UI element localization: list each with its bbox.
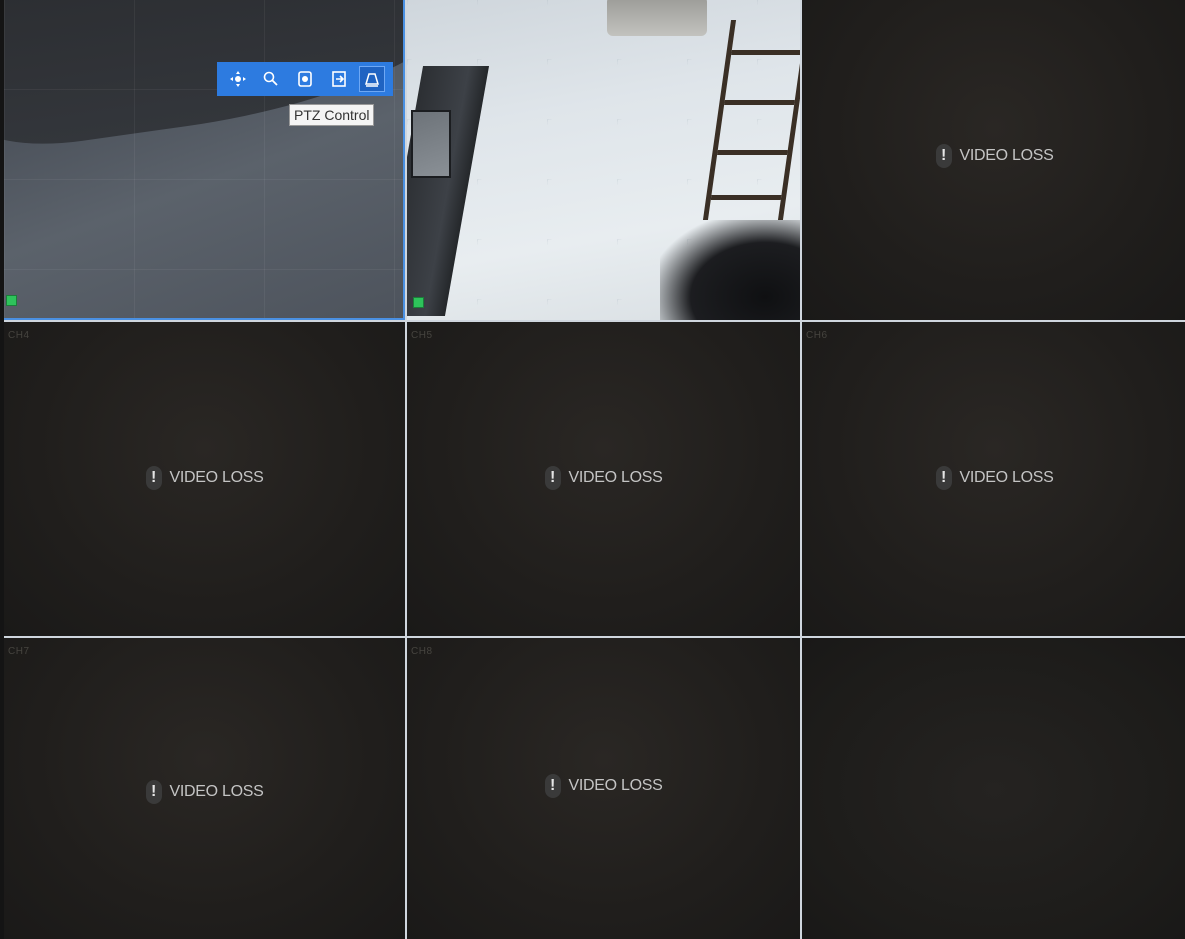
ladder-rung: [717, 150, 788, 155]
ptz-control-button[interactable]: [359, 66, 386, 92]
video-loss-message: ! VIDEO LOSS: [407, 466, 800, 491]
camera-view-ch8[interactable]: CH8 ! VIDEO LOSS: [407, 638, 800, 939]
camera-view-ch5[interactable]: CH5 ! VIDEO LOSS: [407, 322, 800, 636]
camera-view-ch6[interactable]: CH6 ! VIDEO LOSS: [802, 322, 1185, 636]
video-loss-text: VIDEO LOSS: [959, 469, 1054, 487]
zoom-icon: [264, 71, 279, 86]
channel-label: CH4: [8, 330, 30, 341]
ptz-toolbar: [217, 62, 393, 96]
camera-view-ch1[interactable]: PTZ Control: [4, 0, 405, 320]
video-loss-message: ! VIDEO LOSS: [4, 780, 405, 805]
ceiling-tiles: [4, 0, 405, 320]
channel-label: CH7: [8, 646, 30, 657]
video-loss-message: ! VIDEO LOSS: [4, 466, 405, 491]
camera-view-ch3[interactable]: ! VIDEO LOSS: [802, 0, 1185, 320]
camera-view-ch4[interactable]: CH4 ! VIDEO LOSS: [4, 322, 405, 636]
video-loss-message: ! VIDEO LOSS: [802, 144, 1185, 168]
ptz-control-tooltip: PTZ Control: [289, 104, 375, 126]
cabinet-glass: [411, 110, 451, 178]
video-loss-text: VIDEO LOSS: [959, 147, 1054, 164]
warning-icon: !: [544, 774, 561, 799]
channel-label: CH5: [411, 330, 433, 341]
video-loss-text: VIDEO LOSS: [169, 469, 264, 487]
warning-icon: !: [544, 466, 561, 491]
video-loss-message: ! VIDEO LOSS: [407, 774, 800, 799]
video-loss-text: VIDEO LOSS: [568, 469, 663, 487]
ptz-joystick-button[interactable]: [226, 67, 250, 91]
camera-view-ch7[interactable]: CH7 ! VIDEO LOSS: [4, 638, 405, 939]
channel-label: CH8: [411, 646, 433, 657]
channel-label: CH6: [806, 330, 828, 341]
boxes-shape: [607, 0, 707, 36]
ladder-rung: [710, 195, 782, 200]
color-button[interactable]: [293, 67, 317, 91]
zoom-button[interactable]: [259, 67, 283, 91]
exit-button[interactable]: [327, 67, 351, 91]
selection-border-right: [403, 0, 405, 320]
record-indicator-icon: [6, 295, 17, 306]
exit-icon: [331, 71, 346, 87]
selection-border: [4, 318, 405, 320]
ptz-control-icon: [365, 73, 380, 87]
ladder-rung: [724, 100, 795, 105]
ptz-joystick-icon: [229, 71, 246, 87]
warning-icon: !: [935, 466, 952, 491]
video-loss-message: ! VIDEO LOSS: [802, 466, 1185, 491]
camera-view-ch9[interactable]: [802, 638, 1185, 939]
warning-icon: !: [935, 144, 952, 168]
dvr-monitor-screen: PTZ Control ! VIDEO LOSS CH4 ! VIDEO LOS…: [0, 0, 1185, 939]
ladder-rung: [731, 50, 800, 55]
debris-shape: [660, 220, 800, 320]
warning-icon: !: [145, 466, 162, 491]
camera-grid: PTZ Control ! VIDEO LOSS CH4 ! VIDEO LOS…: [4, 0, 1185, 939]
warning-icon: !: [145, 780, 162, 805]
video-loss-text: VIDEO LOSS: [568, 777, 663, 795]
video-loss-text: VIDEO LOSS: [169, 783, 264, 801]
camera-view-ch2[interactable]: [407, 0, 800, 320]
color-icon: [298, 71, 312, 87]
record-indicator-icon: [413, 297, 424, 308]
